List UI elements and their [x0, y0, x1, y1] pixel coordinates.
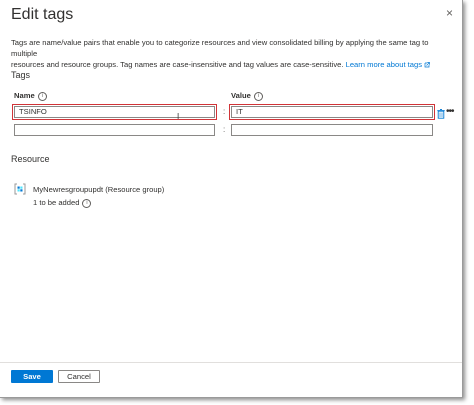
tag-separator: : [223, 107, 226, 116]
text-cursor-icon: I [177, 112, 180, 121]
tag-value-input[interactable]: IT [231, 106, 433, 118]
description: Tags are name/value pairs that enable yo… [11, 37, 451, 70]
resource-type: (Resource group) [105, 185, 165, 194]
page-title: Edit tags [11, 6, 74, 23]
tags-section-label: Tags [11, 70, 31, 80]
tag-separator: : [223, 125, 226, 134]
save-button[interactable]: Save [11, 370, 53, 383]
cancel-button[interactable]: Cancel [58, 370, 100, 383]
info-icon[interactable]: i [253, 91, 263, 101]
close-icon[interactable]: × [446, 6, 453, 20]
resource-status-text: 1 to be added [33, 198, 80, 207]
tag-name-input[interactable] [14, 124, 215, 136]
description-line-1: Tags are name/value pairs that enable yo… [11, 38, 429, 58]
delete-icon[interactable] [437, 109, 445, 119]
description-line-2: resources and resource groups. Tag names… [11, 60, 344, 69]
external-link-icon [424, 62, 431, 68]
name-header-label: Name [14, 91, 35, 100]
resource-group-icon [14, 183, 26, 195]
info-icon[interactable]: i [82, 198, 92, 208]
value-column-header: Value i [231, 91, 263, 101]
tag-value-input[interactable] [231, 124, 433, 136]
name-column-header: Name i [14, 91, 47, 101]
footer-divider [0, 362, 462, 363]
tag-name-input[interactable]: TSINFO [14, 106, 215, 118]
value-header-label: Value [231, 91, 251, 100]
resource-status: 1 to be added i [33, 198, 92, 208]
resource-section-label: Resource [11, 154, 50, 164]
resource-group-name: MyNewresgroupupdt [33, 185, 104, 194]
resource-name: MyNewresgroupupdt (Resource group) [33, 185, 164, 194]
learn-more-link[interactable]: Learn more about tags [346, 60, 422, 69]
info-icon[interactable]: i [37, 91, 47, 101]
edit-tags-panel: Edit tags × Tags are name/value pairs th… [0, 0, 463, 398]
more-options-icon[interactable]: ••• [446, 106, 454, 117]
